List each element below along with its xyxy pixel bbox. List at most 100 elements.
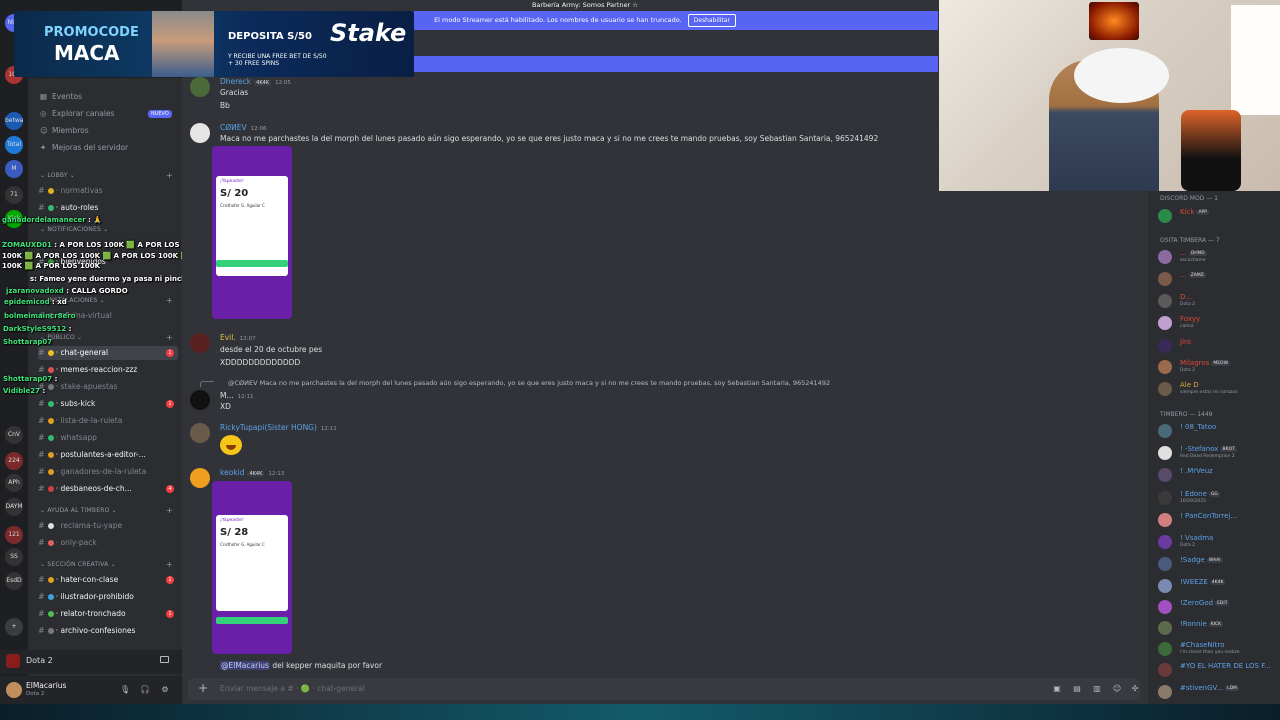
member-item[interactable]: D... Dota 2 <box>1158 292 1278 310</box>
server-icon[interactable]: 71 <box>5 186 23 204</box>
channel-whatsapp[interactable]: # · whatsapp <box>38 431 178 445</box>
gift-icon[interactable]: ▣ <box>1052 684 1062 693</box>
category-lobby[interactable]: ⌄ LOBBY ⌄ <box>40 172 75 179</box>
avatar[interactable] <box>190 468 210 488</box>
server-icon[interactable]: 121 <box>5 526 23 544</box>
channel-desbaneos-de-ch[interactable]: # · desbaneos-de-ch... 4 <box>38 482 178 496</box>
add-channel-icon[interactable]: + <box>166 296 173 305</box>
add-channel-icon[interactable]: + <box>166 333 173 342</box>
settings-gear-icon[interactable]: ⚙ <box>160 685 170 695</box>
member-item[interactable]: ! 08_Tatoo <box>1158 422 1278 440</box>
promo-banner: PROMOCODE MACA DEPOSITA S/50 Y RECIBE UN… <box>14 11 414 77</box>
channel-archivo-confesiones[interactable]: # · archivo-confesiones <box>38 624 178 638</box>
avatar[interactable] <box>190 423 210 443</box>
server-icon[interactable]: CnV <box>5 426 23 444</box>
member-item[interactable]: ! Vsadma Dota 2 <box>1158 533 1278 551</box>
channel-normativas[interactable]: # · normativas <box>38 184 178 198</box>
message-author[interactable]: Dhereck <box>220 77 251 86</box>
channel-memes-reaccion-zzz[interactable]: # · memes-reaccion-zzz <box>38 363 178 377</box>
member-status: calma <box>1180 324 1194 329</box>
emoji-icon[interactable]: ☺ <box>1112 684 1122 693</box>
server-icon[interactable]: EsdD <box>5 572 23 590</box>
message-author[interactable]: M... <box>220 391 234 400</box>
member-item[interactable]: #YO EL HATER DE LOS F... <box>1158 661 1278 679</box>
channel-subs-kick[interactable]: # · subs-kick 1 <box>38 397 178 411</box>
sidebar-item-mejoras[interactable]: ✦ Mejoras del servidor <box>40 141 128 155</box>
member-item[interactable]: Milagros MEOW Dota 2 <box>1158 358 1278 376</box>
member-item[interactable]: !Ronnie KICK <box>1158 619 1278 637</box>
disable-streamer-button[interactable]: Deshabilitar <box>687 14 736 27</box>
member-item[interactable]: ... OHNO escúchame <box>1158 248 1278 266</box>
avatar <box>1158 685 1172 699</box>
mention[interactable]: @ElMacarius <box>220 661 270 670</box>
avatar[interactable] <box>190 333 210 353</box>
channel-reclama-tu-yape[interactable]: # · reclama-tu-yape <box>38 519 178 533</box>
member-item[interactable]: ... ZAMZ <box>1158 270 1278 288</box>
member-item[interactable]: #stivenGV... LDM <box>1158 683 1278 701</box>
channel-only-pack[interactable]: # · only-pack <box>38 536 178 550</box>
microphone-icon[interactable]: 🎙 <box>120 685 130 695</box>
category-notificaciones[interactable]: ⌄ NOTIFICACIONES ⌄ <box>40 226 108 233</box>
member-name: !Ronnie KICK <box>1180 620 1224 628</box>
image-attachment[interactable]: ¡Yapeaste! S/ 28 Cristhofer G. Aguilar C <box>212 481 292 654</box>
member-item[interactable]: ! PanConTorrej... <box>1158 511 1278 529</box>
avatar[interactable] <box>190 77 210 97</box>
channel-stake-apuestas[interactable]: # · stake-apuestas <box>38 380 178 394</box>
member-item[interactable]: Jiro <box>1158 337 1278 355</box>
server-icon[interactable]: betway <box>5 112 23 130</box>
message-input[interactable]: + Enviar mensaje a # · 🟢 · chat-general … <box>188 678 1140 700</box>
member-item[interactable]: Ale Dsiempre estas mi corazon <box>1158 380 1278 398</box>
channel-ilustrador-prohibido[interactable]: # · ilustrador-prohibido <box>38 590 178 604</box>
server-icon[interactable]: SS <box>5 548 23 566</box>
message-author[interactable]: keokid <box>220 468 244 477</box>
avatar[interactable] <box>190 123 210 143</box>
voice-status[interactable]: Dota 2 <box>0 650 182 674</box>
channel-ganadores-de-la-ruleta[interactable]: # · ganadores-de-la-ruleta <box>38 465 178 479</box>
promo-deposit: DEPOSITA S/50 <box>228 31 312 42</box>
server-icon[interactable]: DAYM <box>5 498 23 516</box>
add-channel-icon[interactable]: + <box>166 171 173 180</box>
channel-hater-con-clase[interactable]: # · hater-con-clase 1 <box>38 573 178 587</box>
screen-share-icon[interactable] <box>160 656 169 663</box>
avatar[interactable] <box>190 390 210 410</box>
channel-auto-roles[interactable]: # · auto-roles <box>38 201 178 215</box>
channel-lista-de-la-ruleta[interactable]: # · lista-de-la-ruleta <box>38 414 178 428</box>
member-item[interactable]: ! -Stefanox BROT Red Dead Redemption 2 <box>1158 444 1278 462</box>
member-item[interactable]: !WEEZE 4K4K <box>1158 577 1278 595</box>
gif-icon[interactable]: ▤ <box>1072 684 1082 693</box>
add-channel-icon[interactable]: + <box>166 506 173 515</box>
message-author[interactable]: RickyTupapi(Sister HONG) <box>220 423 317 432</box>
sidebar-item-explorar[interactable]: ◎ Explorar canales <box>40 107 114 121</box>
message-author[interactable]: CØИEV <box>220 123 247 132</box>
channel-postulantes-a-editor[interactable]: # · postulantes-a-editor-... <box>38 448 178 462</box>
apps-icon[interactable]: ✣ <box>1130 684 1140 693</box>
reply-preview[interactable]: @CØИEV Maca no me parchastes la del morp… <box>228 379 830 387</box>
sidebar-item-eventos[interactable]: ▦ Eventos <box>40 90 82 104</box>
member-item[interactable]: #ChaseNitro i'm closer than you realize. <box>1158 640 1278 658</box>
server-icon[interactable]: 224 <box>5 452 23 470</box>
stream-chat-text: : xd <box>52 298 67 306</box>
member-item[interactable]: Kick APP <box>1158 207 1278 225</box>
member-item[interactable]: ! .MrVeuz <box>1158 466 1278 484</box>
image-attachment[interactable]: ¡Yapeaste! S/ 20 Cristhofer G. Aguilar C <box>212 146 292 319</box>
category-creativa[interactable]: ⌄ SECCIÓN CREATIVA ⌄ <box>40 561 116 568</box>
sticker-icon[interactable]: ▥ <box>1092 684 1102 693</box>
server-icon[interactable]: Total <box>5 136 23 154</box>
add-channel-icon[interactable]: + <box>166 560 173 569</box>
channel-label: · ilustrador-prohibido <box>55 592 134 601</box>
channel-chat-general[interactable]: # · chat-general 1 <box>38 346 178 360</box>
server-icon[interactable]: + <box>5 618 23 636</box>
avatar[interactable] <box>6 682 22 698</box>
headphones-icon[interactable]: 🎧 <box>140 685 150 695</box>
message-author[interactable]: Evil. <box>220 333 236 342</box>
member-item[interactable]: !ZeroGod EDIT <box>1158 598 1278 616</box>
sidebar-item-miembros[interactable]: ☺ Miembros <box>40 124 89 138</box>
channel-relator-tronchado[interactable]: # · relator-tronchado 1 <box>38 607 178 621</box>
attach-plus-icon[interactable]: + <box>198 681 208 695</box>
category-ayuda[interactable]: ⌄ AYUDA AL TIMBERO ⌄ <box>40 507 117 514</box>
member-item[interactable]: ! Edone GG 16/09/2025 <box>1158 489 1278 507</box>
server-icon[interactable]: APh <box>5 474 23 492</box>
member-item[interactable]: Foxyy calma <box>1158 314 1278 332</box>
member-item[interactable]: !Sadge WAAI <box>1158 555 1278 573</box>
server-icon[interactable]: M <box>5 160 23 178</box>
